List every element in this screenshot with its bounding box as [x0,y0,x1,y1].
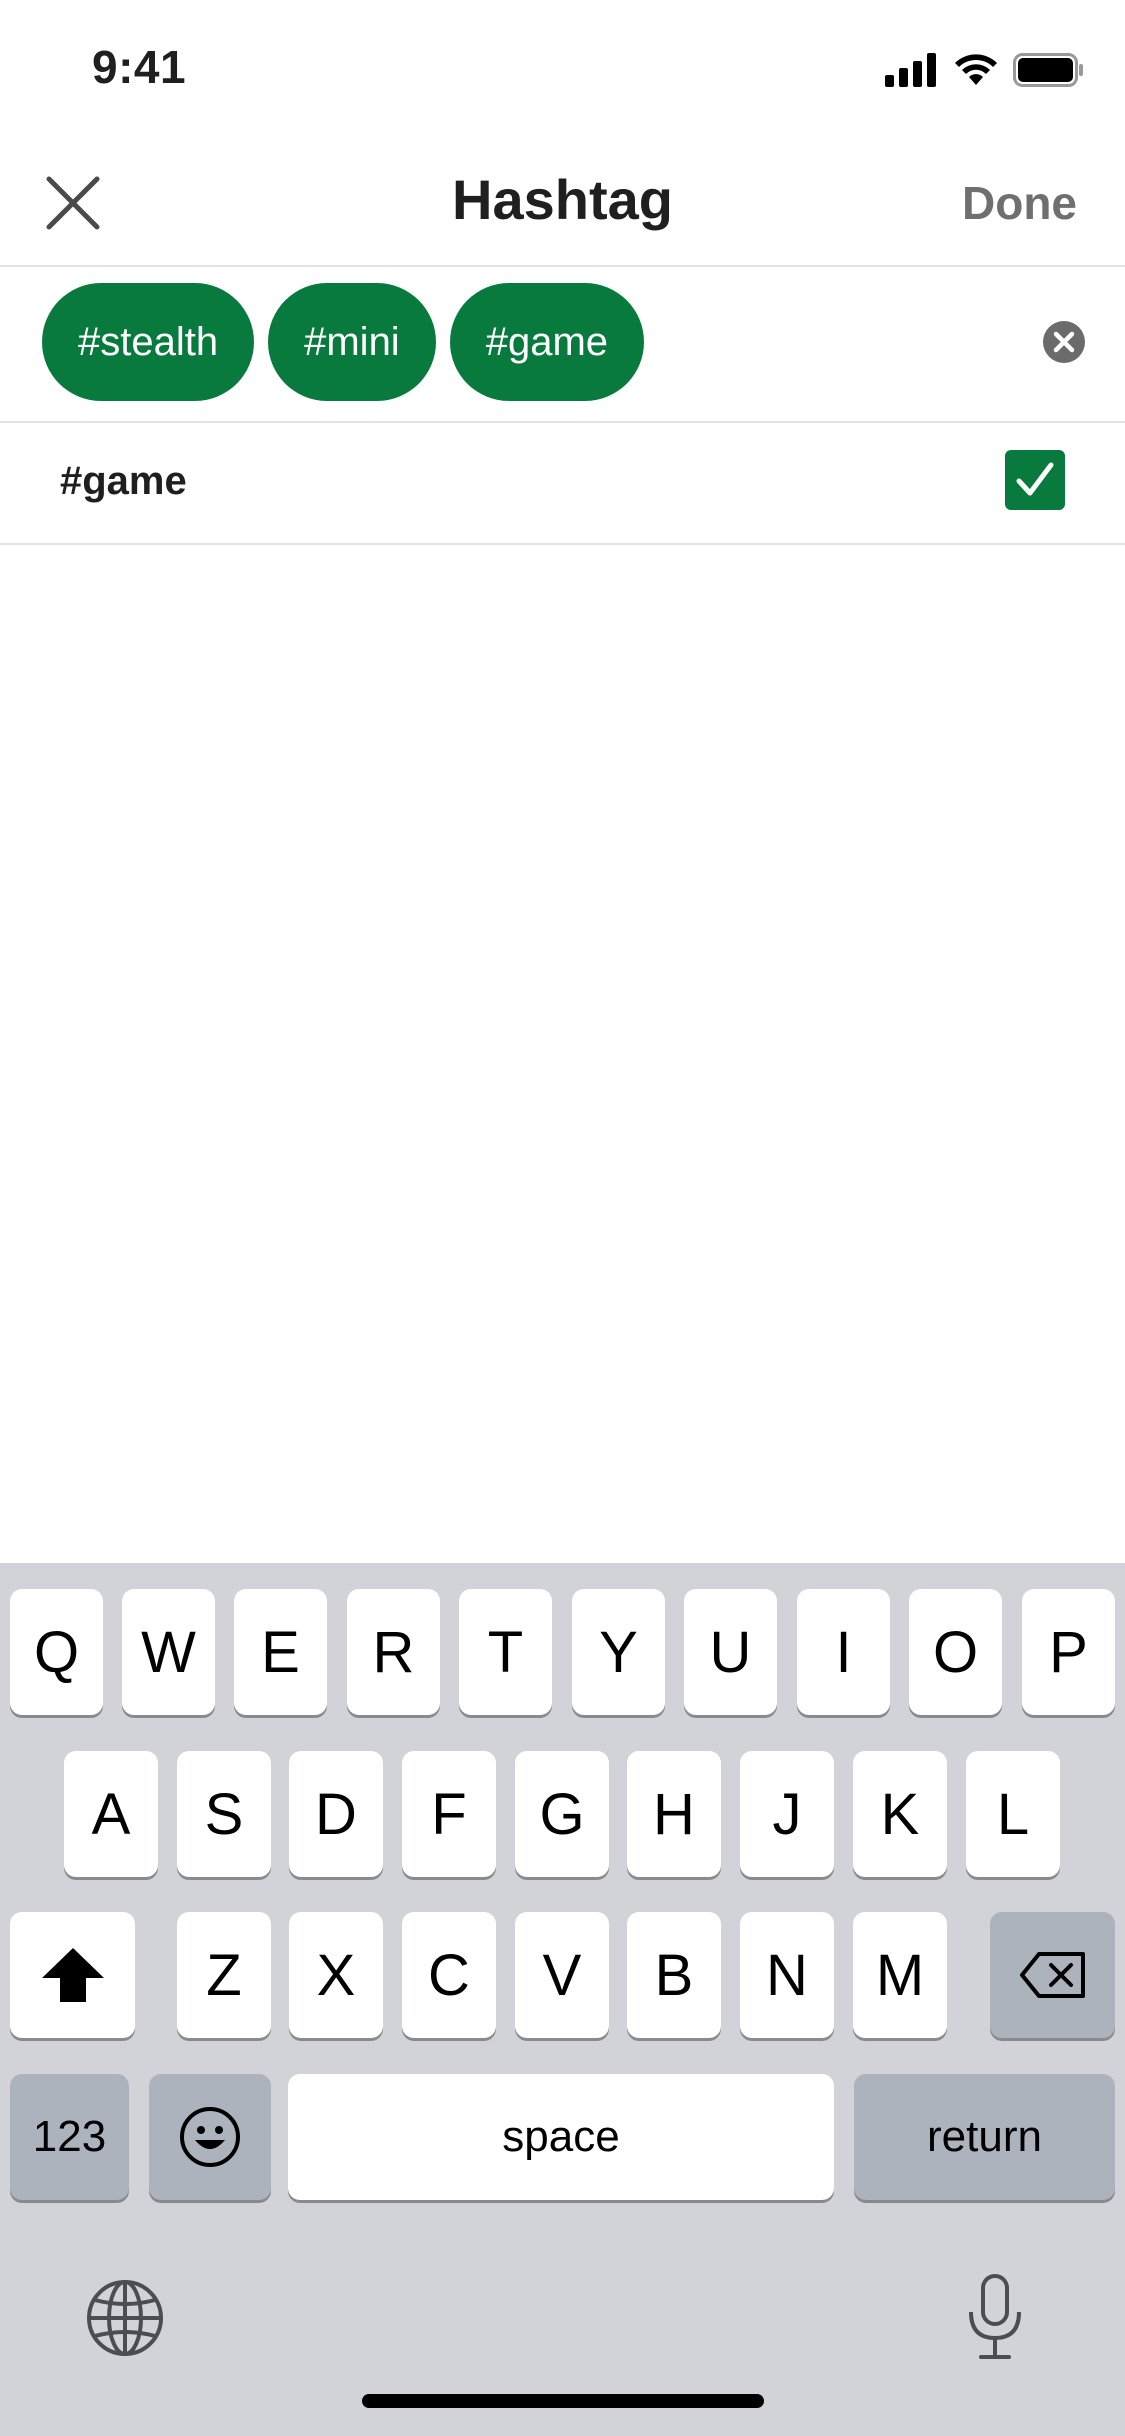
emoji-key[interactable] [149,2074,271,2200]
key-a[interactable]: A [64,1751,158,1877]
key-y[interactable]: Y [572,1589,665,1715]
key-j[interactable]: J [740,1751,834,1877]
microphone-icon [969,2274,1021,2359]
key-g[interactable]: G [515,1751,609,1877]
clear-icon[interactable] [1043,321,1085,363]
key-p[interactable]: P [1022,1589,1115,1715]
result-label: #game [60,459,187,503]
tag-chip-game[interactable]: #game [449,283,645,401]
status-icons [885,50,1085,90]
globe-button[interactable] [82,2275,168,2361]
key-s[interactable]: S [177,1751,271,1877]
key-x[interactable]: X [289,1912,383,2038]
key-l[interactable]: L [966,1751,1060,1877]
cellular-signal-icon [885,53,936,87]
key-z[interactable]: Z [177,1912,271,2038]
selected-tags-list: #stealth #mini #game [42,283,645,401]
key-t[interactable]: T [459,1589,552,1715]
emoji-icon [180,2107,240,2167]
status-bar: 9:41 [0,0,1125,140]
hashtag-result-row[interactable]: #game [0,423,1125,545]
key-m[interactable]: M [853,1912,947,2038]
globe-icon [87,2280,163,2356]
key-e[interactable]: E [234,1589,327,1715]
key-f[interactable]: F [402,1751,496,1877]
key-n[interactable]: N [740,1912,834,2038]
hashtag-input-field[interactable]: #stealth #mini #game [0,267,1125,423]
done-button[interactable]: Done [962,170,1077,236]
return-key[interactable]: return [854,2074,1115,2200]
key-r[interactable]: R [347,1589,440,1715]
home-indicator[interactable] [362,2394,764,2408]
numbers-key[interactable]: 123 [10,2074,129,2200]
status-time: 9:41 [92,41,187,93]
key-o[interactable]: O [909,1589,1002,1715]
battery-icon [1013,53,1083,87]
backspace-icon [1019,1952,1085,1998]
keyboard: Q W E R T Y U I O P A S D F G H J K L Z … [0,1563,1125,2436]
shift-icon [41,1948,104,2002]
key-c[interactable]: C [402,1912,496,2038]
delete-key[interactable] [990,1912,1115,2038]
space-key[interactable]: space [288,2074,834,2200]
key-d[interactable]: D [289,1751,383,1877]
checkmark-icon [1016,462,1054,496]
key-w[interactable]: W [122,1589,215,1715]
navigation-bar: Hashtag Done [0,140,1125,267]
key-i[interactable]: I [797,1589,890,1715]
key-v[interactable]: V [515,1912,609,2038]
tag-chip-mini[interactable]: #mini [268,283,436,401]
wifi-icon [955,54,997,85]
key-u[interactable]: U [684,1589,777,1715]
result-checkbox[interactable] [1005,450,1065,510]
key-k[interactable]: K [853,1751,947,1877]
tag-chip-stealth[interactable]: #stealth [42,283,255,401]
page-title: Hashtag [452,168,673,231]
dictation-button[interactable] [957,2269,1033,2365]
key-h[interactable]: H [627,1751,721,1877]
key-q[interactable]: Q [10,1589,103,1715]
key-b[interactable]: B [627,1912,721,2038]
shift-key[interactable] [10,1912,135,2038]
